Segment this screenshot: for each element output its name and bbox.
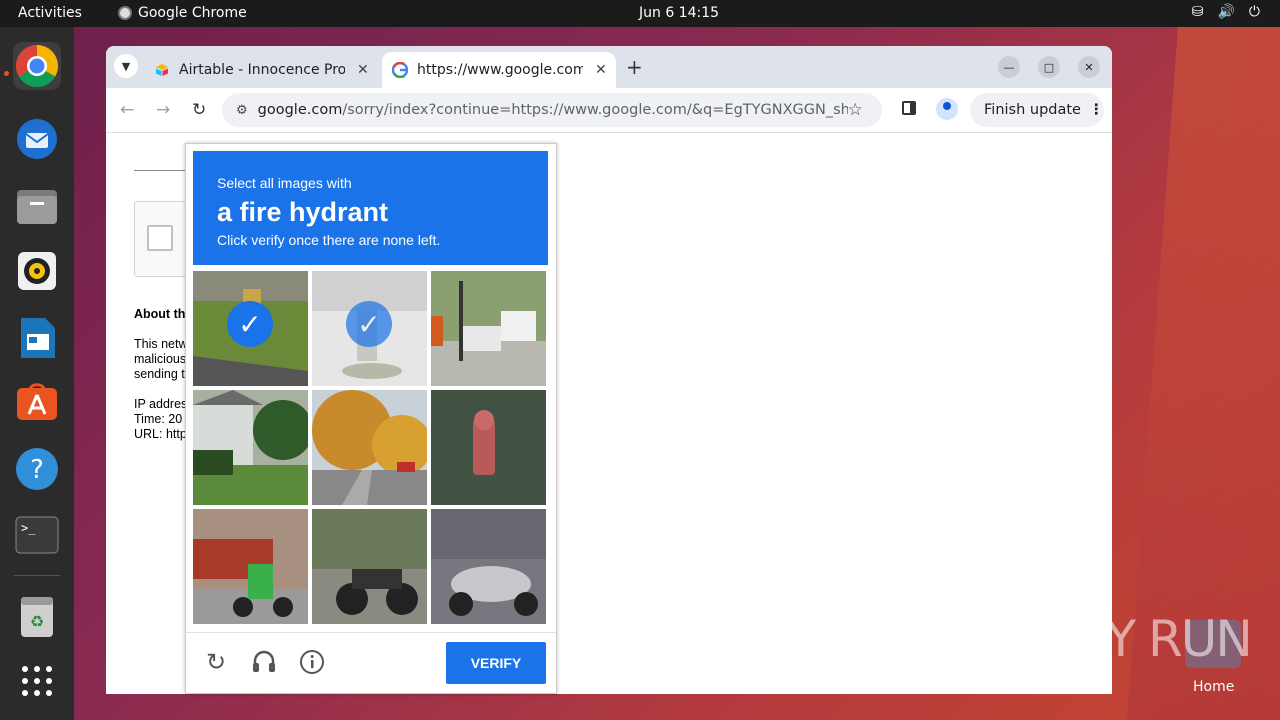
kebab-menu-icon[interactable]: ⋮ <box>1089 102 1104 118</box>
volume-icon: 🔊 <box>1217 4 1235 20</box>
close-window-button[interactable]: ✕ <box>1078 56 1100 78</box>
finish-update-label: Finish update <box>984 102 1081 118</box>
svg-text:>_: >_ <box>21 521 36 535</box>
writer-icon[interactable] <box>13 314 61 362</box>
back-icon[interactable]: ← <box>120 100 134 120</box>
chrome-small-icon <box>118 6 132 20</box>
dock: ? >_ ♻ <box>0 27 74 720</box>
ip-line: IP addres <box>134 397 188 411</box>
svg-text:♻: ♻ <box>30 612 44 631</box>
maximize-button[interactable]: □ <box>1038 56 1060 78</box>
running-indicator <box>4 71 9 76</box>
info-icon[interactable] <box>298 648 326 676</box>
tab-google[interactable]: https://www.google.com ✕ <box>382 52 616 88</box>
forward-icon[interactable]: → <box>156 100 170 120</box>
minimize-button[interactable]: — <box>998 56 1020 78</box>
system-tray[interactable]: ⛁ 🔊 ⏻ <box>1192 4 1260 20</box>
google-favicon-icon <box>392 62 408 78</box>
airtable-favicon-icon <box>156 64 168 76</box>
tile-red-hydrant[interactable] <box>431 390 546 505</box>
clock[interactable]: Jun 6 14:15 <box>639 5 719 21</box>
profile-avatar[interactable] <box>936 98 958 120</box>
app-name: Google Chrome <box>138 5 247 21</box>
thunderbird-icon[interactable] <box>13 115 61 163</box>
close-tab-icon[interactable]: ✕ <box>357 62 369 78</box>
tile-street-cars[interactable] <box>431 271 546 386</box>
app-center-icon[interactable] <box>13 378 61 426</box>
finish-update-button[interactable]: Finish update ⋮ <box>970 93 1104 127</box>
activities-button[interactable]: Activities <box>18 5 82 21</box>
body-line: malicious <box>134 352 187 366</box>
terminal-icon[interactable]: >_ <box>13 511 61 559</box>
chevron-down-icon: ▼ <box>121 59 131 73</box>
tile-scooter-riders[interactable] <box>193 509 308 624</box>
reload-challenge-icon[interactable]: ↻ <box>202 648 230 676</box>
tile-parked-scooter[interactable] <box>431 509 546 624</box>
tab-airtable[interactable]: Airtable - Innocence Proj ✕ <box>144 52 376 88</box>
url-path: /sorry/index?continue=https://www.google… <box>342 102 848 118</box>
instruction-text: Select all images with <box>217 175 352 191</box>
tab-title: Airtable - Innocence Proj <box>179 62 345 78</box>
dock-separator <box>14 575 60 576</box>
captcha-footer: ↻ VERIFY <box>186 632 556 694</box>
selected-check-icon: ✓ <box>227 301 273 347</box>
network-icon: ⛁ <box>1191 4 1204 20</box>
tab-title: https://www.google.com <box>417 62 583 78</box>
tile-parked-motorcycle[interactable] <box>312 509 427 624</box>
power-icon: ⏻ <box>1248 4 1260 20</box>
captcha-header: Select all images with a fire hydrant Cl… <box>193 151 548 265</box>
tab-search-button[interactable]: ▼ <box>114 54 138 78</box>
trash-icon[interactable]: ♻ <box>13 593 61 641</box>
body-line: This netw <box>134 337 188 351</box>
toolbar: ← → ↻ ⚙ google.com/sorry/index?continue=… <box>106 88 1112 133</box>
svg-text:?: ? <box>30 455 44 485</box>
target-object: a fire hydrant <box>217 197 389 227</box>
about-heading: About th <box>134 307 186 321</box>
verify-button[interactable]: VERIFY <box>446 642 546 684</box>
tile-hydrant-grass[interactable]: ✓ <box>193 271 308 386</box>
address-bar[interactable]: ⚙ google.com/sorry/index?continue=https:… <box>222 93 882 127</box>
side-panel-icon[interactable] <box>902 101 916 115</box>
time-line: Time: 20 <box>134 412 183 426</box>
instruction-hint: Click verify once there are none left. <box>217 232 441 248</box>
close-tab-icon[interactable]: ✕ <box>595 62 607 78</box>
app-menu[interactable]: Google Chrome <box>118 5 247 21</box>
tile-autumn-street[interactable] <box>312 390 427 505</box>
new-tab-button[interactable]: + <box>626 55 643 79</box>
help-icon[interactable]: ? <box>13 445 61 493</box>
apps-grid-icon[interactable] <box>13 657 61 705</box>
selected-check-icon: ✓ <box>346 301 392 347</box>
top-bar: Activities Google Chrome Jun 6 14:15 ⛁ 🔊… <box>0 0 1280 27</box>
reload-icon[interactable]: ↻ <box>192 100 206 120</box>
site-info-icon[interactable]: ⚙ <box>236 103 248 118</box>
tile-hydrant-pavement[interactable]: ✓ <box>312 271 427 386</box>
url-text[interactable]: google.com/sorry/index?continue=https://… <box>258 102 848 118</box>
home-label[interactable]: Home <box>1193 679 1234 695</box>
captcha-challenge: Select all images with a fire hydrant Cl… <box>185 143 557 694</box>
files-icon[interactable] <box>13 182 61 230</box>
tab-strip: ▼ Airtable - Innocence Proj ✕ https://ww… <box>106 46 1112 88</box>
url-host: google.com <box>257 102 343 118</box>
body-line: sending t <box>134 367 185 381</box>
chrome-icon[interactable] <box>13 42 61 90</box>
rhythmbox-icon[interactable] <box>13 247 61 295</box>
image-grid: ✓ ✓ <box>193 271 548 626</box>
recaptcha-checkbox[interactable] <box>147 225 173 251</box>
bookmark-star-icon[interactable]: ☆ <box>848 100 863 120</box>
tile-house-lawn[interactable] <box>193 390 308 505</box>
url-line: URL: http <box>134 427 187 441</box>
audio-challenge-icon[interactable] <box>250 648 278 676</box>
